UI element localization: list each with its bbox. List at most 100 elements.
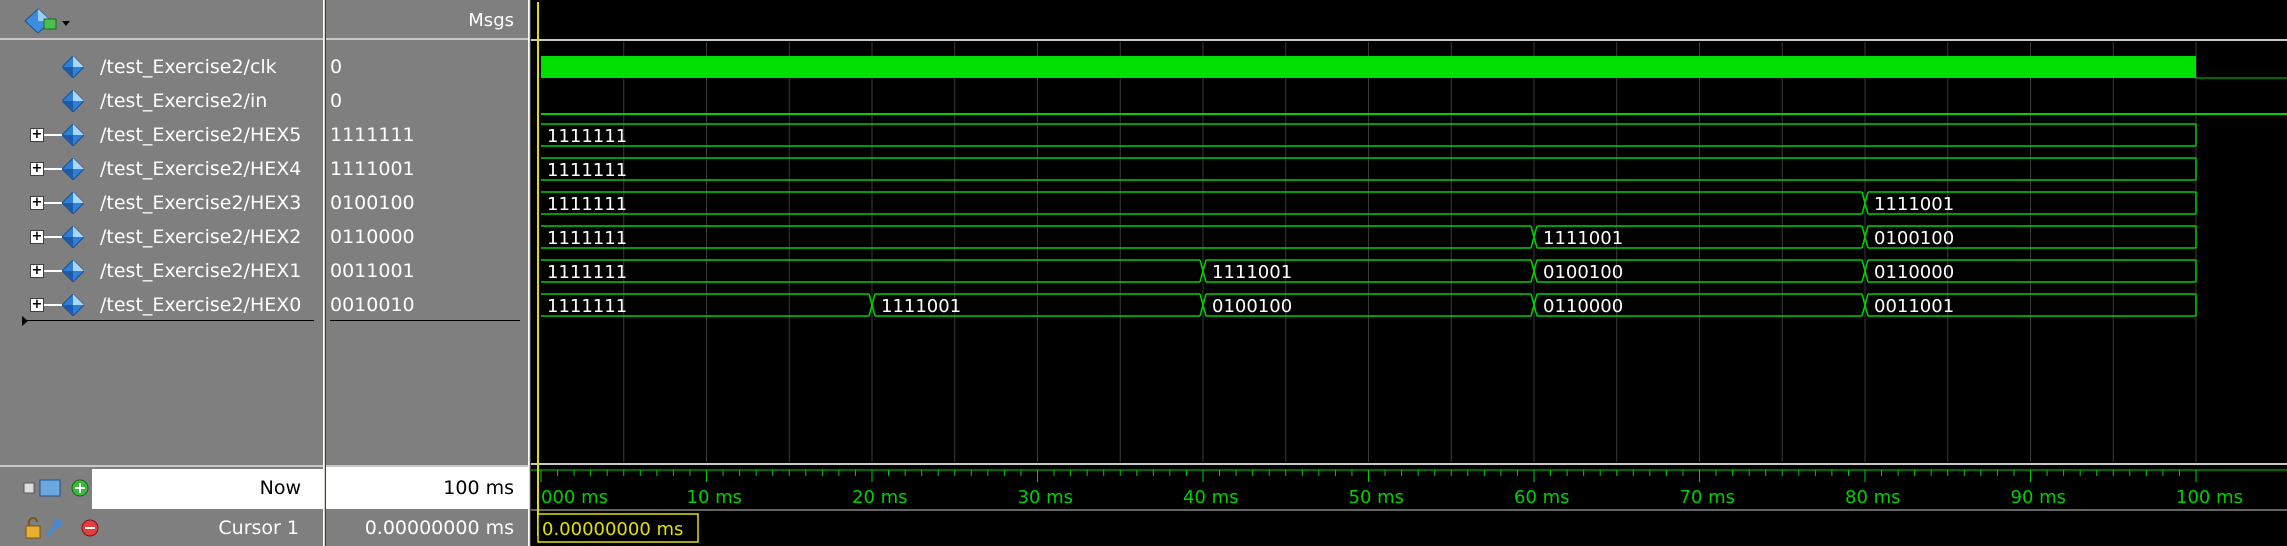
bus-value-label: 1111111 [547, 126, 627, 147]
value-row: 0011001 [326, 254, 528, 288]
bus-value-label: 0100100 [1212, 296, 1292, 317]
bus-value-label: 1111111 [547, 160, 627, 181]
cursor-value-box: 0.00000000 ms [326, 511, 528, 546]
signal-row[interactable]: + /test_Exercise2/HEX0 [0, 288, 323, 322]
expand-plus-icon[interactable]: + [30, 298, 44, 312]
tree-connector [44, 134, 62, 136]
bus-value-label: 1111001 [1543, 228, 1623, 249]
value-row: 0 [326, 84, 528, 118]
cursor-row: Cursor 1 [0, 511, 323, 546]
signal-row[interactable]: + /test_Exercise2/HEX2 [0, 220, 323, 254]
signal-value: 0010010 [330, 294, 415, 316]
value-row: 1111001 [326, 152, 528, 186]
ruler-tick-label: 60 ms [1514, 487, 1570, 508]
bus-value-label: 1111001 [1874, 194, 1954, 215]
signal-diamond-icon [62, 192, 84, 214]
waveform-canvas[interactable]: 1111111 1111111 1111111 1111001 1111111 11110… [531, 0, 2287, 546]
signal-value: 0110000 [330, 226, 415, 248]
bus-value-label: 0011001 [1874, 296, 1954, 317]
signal-row[interactable]: + /test_Exercise2/HEX4 [0, 152, 323, 186]
ruler-tick-label: 10 ms [687, 487, 743, 508]
bus-value-label: 1111001 [881, 296, 961, 317]
signal-diamond-icon [62, 56, 84, 78]
tree-connector [44, 236, 62, 238]
bus-value-label: 0100100 [1543, 262, 1623, 283]
expand-plus-icon[interactable]: + [30, 162, 44, 176]
value-row: 0010010 [326, 288, 528, 322]
bus-value-label: 1111111 [547, 228, 627, 249]
now-row: Now [0, 467, 323, 509]
tree-connector [44, 270, 62, 272]
signal-value: 0100100 [330, 192, 415, 214]
signal-name: /test_Exercise2/HEX1 [100, 260, 302, 282]
bus-value-label: 1111111 [547, 296, 627, 317]
ruler-tick-label: 20 ms [852, 487, 908, 508]
signal-value: 1111001 [330, 158, 415, 180]
ruler-tick-label: 40 ms [1183, 487, 1239, 508]
signal-name: /test_Exercise2/clk [100, 56, 277, 78]
bus-value-label: 0100100 [1874, 228, 1954, 249]
bus-value-label: 0110000 [1543, 296, 1623, 317]
signal-name: /test_Exercise2/HEX0 [100, 294, 302, 316]
add-cursor-icon[interactable] [22, 477, 92, 499]
signal-name: /test_Exercise2/HEX3 [100, 192, 302, 214]
value-row: 1111111 [326, 118, 528, 152]
bus-value-label: 1111111 [547, 194, 627, 215]
signal-row[interactable]: + /test_Exercise2/HEX1 [0, 254, 323, 288]
signal-row[interactable]: /test_Exercise2/in [0, 84, 323, 118]
signal-row[interactable]: + /test_Exercise2/HEX3 [0, 186, 323, 220]
signal-value: 1111111 [330, 124, 415, 146]
signal-diamond-icon [62, 294, 84, 316]
expand-plus-icon[interactable]: + [30, 264, 44, 278]
signal-diamond-icon [62, 260, 84, 282]
expand-plus-icon[interactable]: + [30, 196, 44, 210]
values-end-line [330, 320, 520, 321]
cursor-label: Cursor 1 [218, 517, 299, 539]
signal-value: 0 [330, 90, 343, 112]
now-value: 100 ms [443, 477, 514, 499]
signal-value: 0 [330, 56, 343, 78]
value-row: 0100100 [326, 186, 528, 220]
signal-name: /test_Exercise2/in [100, 90, 268, 112]
expand-plus-icon[interactable]: + [30, 230, 44, 244]
ruler-tick-label: 70 ms [1680, 487, 1736, 508]
signal-value: 0011001 [330, 260, 415, 282]
clock-wave [541, 56, 2196, 78]
ruler-tick-label: 100 ms [2176, 487, 2243, 508]
tree-connector [44, 304, 62, 306]
signal-diamond-icon [62, 226, 84, 248]
tree-connector [44, 202, 62, 204]
cursor-value: 0.00000000 ms [364, 517, 514, 539]
signal-diamond-icon [62, 90, 84, 112]
ruler-tick-label: 50 ms [1349, 487, 1405, 508]
msgs-label: Msgs [468, 10, 514, 31]
signal-diamond-icon [62, 158, 84, 180]
insertion-marker-icon [22, 316, 28, 326]
signal-row[interactable]: + /test_Exercise2/HEX5 [0, 118, 323, 152]
values-header: Msgs [326, 0, 528, 40]
waveform-pane[interactable]: 1111111 1111111 1111111 1111001 1111111 11110… [531, 0, 2287, 546]
bus-value-label: 1111001 [1212, 262, 1292, 283]
signal-names-pane[interactable]: /test_Exercise2/clk/test_Exercise2/in + /t… [0, 0, 323, 546]
expand-plus-icon[interactable]: + [30, 128, 44, 142]
lock-cursor-icon[interactable] [24, 516, 104, 540]
signal-row[interactable]: /test_Exercise2/clk [0, 50, 323, 84]
signal-name: /test_Exercise2/HEX4 [100, 158, 302, 180]
now-value-box: 100 ms [326, 467, 528, 509]
ruler-tick-label: 000 ms [541, 487, 608, 508]
ruler-tick-label: 30 ms [1018, 487, 1074, 508]
signal-name: /test_Exercise2/HEX5 [100, 124, 302, 146]
cursor-time-label: 0.00000000 ms [542, 519, 683, 540]
ruler-tick-label: 90 ms [2011, 487, 2067, 508]
signal-diamond-icon [62, 124, 84, 146]
names-header [0, 0, 323, 40]
toolbar-diamond-icon[interactable] [24, 8, 74, 34]
ruler-tick-label: 80 ms [1845, 487, 1901, 508]
now-label: Now [259, 477, 301, 499]
value-row: 0110000 [326, 220, 528, 254]
tree-connector [44, 168, 62, 170]
value-row: 0 [326, 50, 528, 84]
signal-values-pane[interactable]: Msgs 0 0 1111111 1111001 0100100 0110000 00110… [326, 0, 528, 546]
signal-name: /test_Exercise2/HEX2 [100, 226, 302, 248]
list-end-line [24, 320, 314, 321]
